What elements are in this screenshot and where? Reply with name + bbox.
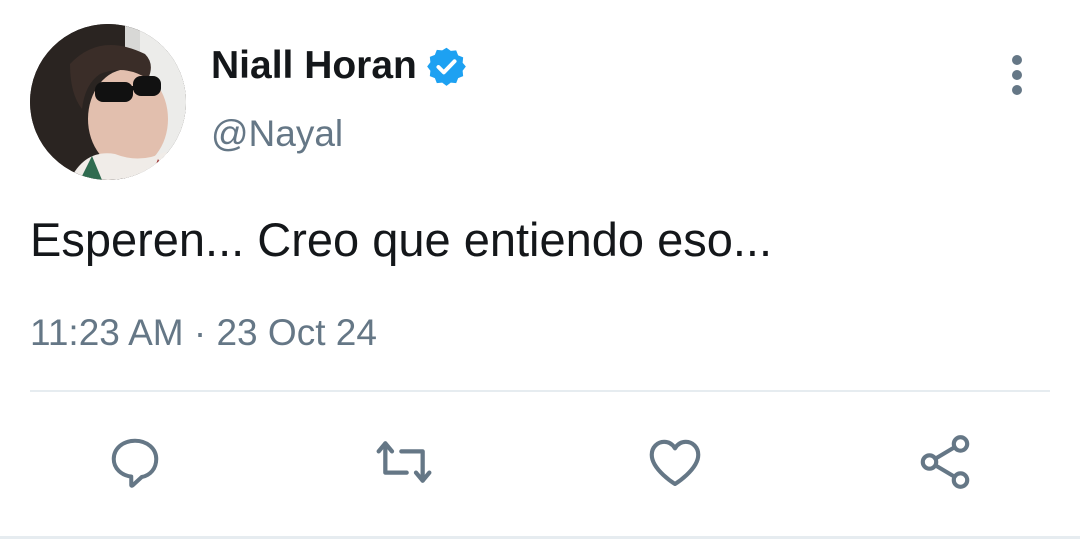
tweet-time[interactable]: 11:23 AM — [30, 312, 184, 353]
retweet-icon — [376, 441, 432, 483]
tweet-date[interactable]: 23 Oct 24 — [216, 312, 376, 353]
tweet-timestamp: 11:23 AM · 23 Oct 24 — [30, 310, 377, 356]
tweet-text: Esperen... Creo que entiendo eso... — [30, 213, 773, 266]
display-name[interactable]: Niall Horan — [211, 42, 417, 90]
bottom-divider — [0, 536, 1080, 539]
divider — [30, 390, 1050, 392]
user-handle[interactable]: @Nayal — [211, 112, 343, 156]
meta-separator: · — [193, 312, 207, 353]
share-button[interactable] — [913, 430, 977, 494]
verified-badge-icon — [425, 45, 468, 88]
heart-icon — [649, 439, 701, 487]
retweet-button[interactable] — [372, 430, 436, 494]
avatar-photo — [30, 24, 186, 180]
share-icon — [920, 435, 970, 489]
more-dot — [1012, 55, 1022, 65]
reply-button[interactable] — [103, 430, 167, 494]
like-button[interactable] — [643, 430, 707, 494]
more-dot — [1012, 85, 1022, 95]
more-dot — [1012, 70, 1022, 80]
tweet-card: Niall Horan @Nayal Esperen... Creo que e… — [0, 0, 1080, 555]
avatar[interactable] — [30, 24, 186, 180]
more-vertical-icon[interactable] — [1000, 55, 1034, 95]
reply-icon — [111, 438, 159, 488]
